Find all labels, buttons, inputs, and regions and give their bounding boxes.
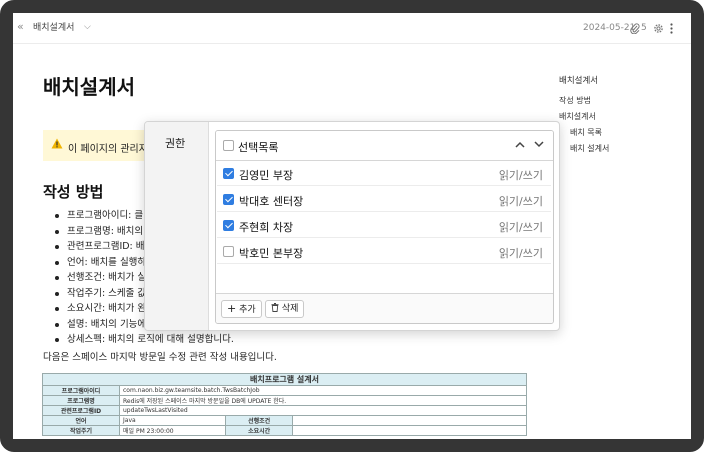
plus-icon: +: [227, 302, 237, 315]
paperclip-icon[interactable]: [630, 23, 640, 34]
member-row[interactable]: 김영민 부장 읽기/쓰기: [217, 161, 551, 186]
table-cell: [292, 425, 527, 436]
member-name: 주현희 차장: [239, 221, 294, 234]
table-row: 프로그램명 Redis에 저장된 스페이스 마지막 방문일을 DB에 UPDAT…: [42, 395, 527, 406]
trash-icon: [271, 303, 279, 312]
member-checkbox[interactable]: [223, 194, 234, 205]
member-dropdown: 선택목록 김영민 부장 읽기/쓰기 박대호 센터장 읽기/쓰기 주현희 차장 읽…: [215, 130, 554, 324]
table-row: 배치프로그램 설계서: [42, 373, 527, 386]
more-icon[interactable]: [669, 23, 674, 34]
toc-item[interactable]: 배치설계서: [559, 109, 609, 125]
double-chevron-left-icon[interactable]: «: [17, 21, 24, 32]
table-of-contents: 배치설계서 작성 방법 배치설계서 배치 목록 배치 설계서: [559, 73, 609, 157]
delete-button[interactable]: 삭제: [265, 300, 305, 318]
table-label: 프로그램아이디: [42, 385, 120, 396]
toc-item[interactable]: 작성 방법: [559, 93, 609, 109]
intro-paragraph: 다음은 스페이스 마지막 방문일 수정 관련 작성 내용입니다.: [43, 352, 277, 363]
member-checkbox[interactable]: [223, 220, 234, 231]
member-checkbox[interactable]: [223, 246, 234, 257]
add-button-label: 추가: [239, 305, 256, 315]
table-cell: Java: [118, 415, 227, 426]
member-permission[interactable]: 읽기/쓰기: [499, 167, 543, 183]
member-checkbox[interactable]: [223, 168, 234, 179]
chevron-down-icon[interactable]: ⌵: [84, 22, 91, 33]
table-label: 언어: [42, 415, 120, 426]
member-row[interactable]: 주현희 차장 읽기/쓰기: [217, 213, 551, 238]
dropdown-header[interactable]: 선택목록: [216, 131, 553, 161]
list-item: 상세스펙: 배치의 로직에 대해 설명합니다.: [55, 332, 234, 348]
table-cell: Redis에 저장된 스페이스 마지막 방문일을 DB에 UPDATE 한다.: [119, 395, 527, 406]
dropdown-title: 선택목록: [238, 141, 279, 154]
permission-panel: 권한 선택목록 김영민 부장 읽기/쓰기 박대호 센터장 읽기/쓰기 주현희 차…: [144, 121, 560, 331]
permission-label: 권한: [165, 137, 186, 150]
chevron-down-icon[interactable]: [534, 141, 544, 148]
table-cell: updateTwsLastVisited: [119, 405, 527, 416]
table-label: 작업주기: [42, 425, 120, 436]
member-name: 박대호 센터장: [239, 195, 304, 208]
table-row: 프로그램아이디 com.naon.biz.gw.teamsite.batch.T…: [42, 385, 527, 396]
chevron-up-icon[interactable]: [515, 141, 525, 148]
toc-item[interactable]: 배치 설계서: [559, 141, 609, 157]
table-cell: com.naon.biz.gw.teamsite.batch.TwsBatchJ…: [119, 385, 527, 396]
member-name: 김영민 부장: [239, 169, 294, 182]
page-date: 2024-05-21: [583, 23, 636, 33]
attachment-count: 5: [641, 23, 647, 33]
table-row: 언어 Java 선행조건: [42, 415, 527, 426]
warning-icon: [51, 138, 63, 149]
table-label: 선행조건: [225, 415, 294, 426]
member-permission[interactable]: 읽기/쓰기: [499, 193, 543, 209]
add-button[interactable]: + 추가: [221, 300, 262, 318]
member-row[interactable]: 박대호 센터장 읽기/쓰기: [217, 187, 551, 212]
delete-button-label: 삭제: [281, 304, 299, 314]
member-row[interactable]: 박호민 본부장 읽기/쓰기: [217, 239, 551, 264]
table-row: 관련프로그램ID updateTwsLastVisited: [42, 405, 527, 416]
permission-label-column: 권한: [145, 122, 209, 330]
dropdown-footer: + 추가 삭제: [216, 293, 553, 323]
toc-title[interactable]: 배치설계서: [559, 73, 609, 89]
page-title: 배치설계서: [43, 75, 135, 99]
breadcrumb[interactable]: 배치설계서: [33, 23, 74, 34]
table-cell: 매일 PM 23:00:00: [118, 425, 227, 436]
table-label: 관련프로그램ID: [42, 405, 120, 416]
spec-table: 배치프로그램 설계서 프로그램아이디 com.naon.biz.gw.teams…: [42, 373, 527, 436]
member-permission[interactable]: 읽기/쓰기: [499, 245, 543, 261]
member-name: 박호민 본부장: [239, 247, 304, 260]
table-cell: [292, 415, 527, 426]
select-all-checkbox[interactable]: [223, 140, 234, 151]
top-bar: « 배치설계서 ⌵ 2024-05-21 5: [13, 13, 691, 44]
table-title: 배치프로그램 설계서: [42, 373, 527, 386]
member-permission[interactable]: 읽기/쓰기: [499, 219, 543, 235]
table-label: 프로그램명: [42, 395, 120, 406]
notice-text: 이 페이지의 관리자: [68, 144, 148, 155]
section-title: 작성 방법: [43, 183, 104, 201]
table-row: 작업주기 매일 PM 23:00:00 소요시간: [42, 425, 527, 436]
table-label: 소요시간: [225, 425, 294, 436]
gear-icon[interactable]: [653, 23, 664, 34]
screen: « 배치설계서 ⌵ 2024-05-21 5 배치설계서 이 페이지의 관리자 …: [13, 13, 691, 439]
toc-item[interactable]: 배치 목록: [559, 125, 609, 141]
